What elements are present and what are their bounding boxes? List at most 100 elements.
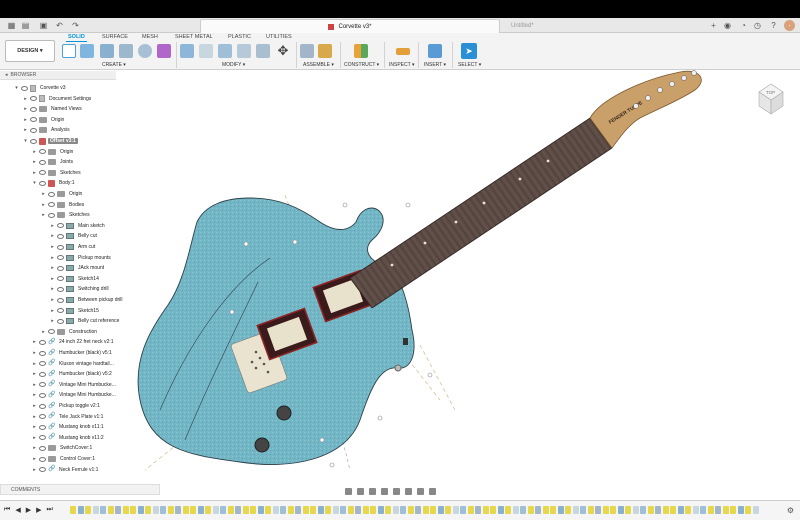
timeline-feature-icon[interactable] (220, 506, 226, 514)
expand-arrow-icon[interactable]: ▸ (41, 202, 46, 208)
expand-arrow-icon[interactable]: ▸ (50, 286, 55, 292)
visibility-icon[interactable] (57, 255, 64, 261)
collapse-arrow-icon[interactable]: ◂ (5, 72, 8, 78)
control-knob-1[interactable] (276, 405, 292, 421)
timeline-feature-icon[interactable] (557, 506, 564, 514)
browser-item[interactable]: ▸ Construction (41, 327, 99, 337)
timeline-feature-icon[interactable] (617, 506, 624, 514)
expand-arrow-icon[interactable]: ▾ (32, 180, 37, 186)
revolve-icon[interactable] (119, 44, 133, 58)
timeline-settings-icon[interactable]: ⚙ (787, 506, 794, 515)
expand-arrow-icon[interactable]: ▸ (32, 456, 37, 462)
browser-item[interactable]: ▾ Offset v3:1 (23, 136, 78, 146)
expand-arrow-icon[interactable]: ▸ (41, 329, 46, 335)
timeline-feature-icon[interactable] (85, 506, 91, 514)
timeline-feature-icon[interactable] (137, 506, 144, 514)
expand-arrow-icon[interactable]: ▸ (50, 308, 55, 314)
visibility-icon[interactable] (48, 212, 55, 218)
group-select-label[interactable]: SELECT ▾ (458, 62, 481, 68)
timeline-feature-icon[interactable] (152, 506, 159, 514)
expand-arrow-icon[interactable]: ▾ (14, 85, 19, 91)
timeline-feature-icon[interactable] (167, 506, 174, 514)
browser-item[interactable]: ▸ Control Cover:1 (32, 454, 97, 464)
timeline-feature-icon[interactable] (257, 506, 264, 514)
timeline-end-icon[interactable]: ⏭ (46, 506, 52, 514)
visibility-icon[interactable] (39, 392, 46, 398)
browser-item[interactable]: ▸ Sketches (32, 168, 83, 178)
browser-item[interactable]: ▸ 🔗 Neck Ferrule v1:1 (32, 465, 100, 475)
help-icon[interactable]: ? (768, 20, 779, 31)
timeline-feature-icon[interactable] (467, 506, 474, 514)
timeline-feature-icon[interactable] (460, 506, 466, 514)
browser-item[interactable]: ▸ Belly cut (50, 231, 99, 241)
visibility-icon[interactable] (39, 414, 46, 420)
expand-arrow-icon[interactable]: ▸ (23, 117, 28, 123)
browser-item[interactable]: ▸ 🔗 Humbucker (black) v5:1 (32, 348, 114, 358)
timeline-feature-icon[interactable] (392, 506, 399, 514)
visibility-icon[interactable] (39, 149, 46, 155)
move-icon[interactable]: ✥ (276, 44, 290, 58)
app-grid-icon[interactable]: ▦ (6, 20, 17, 31)
visibility-icon[interactable] (39, 371, 46, 377)
timeline-feature-icon[interactable] (587, 506, 594, 514)
visibility-icon[interactable] (39, 159, 46, 165)
comments-panel[interactable]: COMMENTS (0, 484, 160, 495)
insert-image-icon[interactable] (428, 44, 442, 58)
expand-arrow-icon[interactable]: ▸ (50, 244, 55, 250)
timeline-feature-icon[interactable] (662, 506, 669, 514)
browser-item[interactable]: ▸ 🔗 Vintage Mini Humbucke... (32, 380, 118, 390)
expand-arrow-icon[interactable]: ▸ (23, 127, 28, 133)
browser-item[interactable]: ▸ Bodies (41, 200, 86, 210)
timeline-feature-icon[interactable] (122, 506, 129, 514)
press-pull-icon[interactable] (180, 44, 194, 58)
timeline-feature-icon[interactable] (295, 506, 301, 514)
timeline-feature-icon[interactable] (542, 506, 549, 514)
timeline-feature-icon[interactable] (655, 506, 661, 514)
control-knob-2[interactable] (254, 437, 270, 453)
expand-arrow-icon[interactable]: ▸ (50, 255, 55, 261)
visibility-icon[interactable] (39, 339, 46, 345)
tab-surface[interactable]: SURFACE (102, 34, 128, 40)
timeline-feature-icon[interactable] (145, 506, 151, 514)
file-icon[interactable]: ▤ (20, 20, 31, 31)
tab-sheet-metal[interactable]: SHEET METAL (175, 34, 213, 40)
visibility-icon[interactable] (39, 445, 46, 451)
timeline-feature-icon[interactable] (362, 506, 369, 514)
timeline-play-icon[interactable]: ▶ (26, 506, 31, 514)
visibility-icon[interactable] (39, 403, 46, 409)
browser-item[interactable]: ▸ Sketch14 (50, 274, 101, 284)
expand-arrow-icon[interactable]: ▸ (50, 223, 55, 229)
timeline-feature-icon[interactable] (182, 506, 189, 514)
visibility-icon[interactable] (57, 265, 64, 271)
visibility-icon[interactable] (57, 286, 64, 292)
tab-utilities[interactable]: UTILITIES (266, 34, 292, 40)
tab-mesh[interactable]: MESH (142, 34, 158, 40)
timeline-feature-icon[interactable] (70, 506, 76, 514)
timeline-feature-icon[interactable] (730, 506, 736, 514)
visibility-icon[interactable] (48, 202, 55, 208)
timeline-feature-icon[interactable] (752, 506, 759, 514)
timeline-feature-icon[interactable] (527, 506, 534, 514)
fillet-icon[interactable] (199, 44, 213, 58)
timeline-feature-icon[interactable] (580, 506, 586, 514)
visibility-icon[interactable] (39, 350, 46, 356)
timeline-feature-icon[interactable] (722, 506, 729, 514)
timeline-start-icon[interactable]: ⏮ (4, 506, 10, 514)
undo-icon[interactable]: ↶ (54, 20, 65, 31)
timeline-feature-icon[interactable] (445, 506, 451, 514)
offset-plane-icon[interactable] (354, 44, 368, 58)
timeline-feature-icon[interactable] (205, 506, 211, 514)
sphere-icon[interactable] (138, 44, 152, 58)
visibility-icon[interactable] (57, 276, 64, 282)
timeline-feature-icon[interactable] (572, 506, 579, 514)
timeline-feature-icon[interactable] (512, 506, 519, 514)
pan-icon[interactable] (369, 487, 376, 495)
timeline-feature-icon[interactable] (272, 506, 279, 514)
browser-item[interactable]: ▾ Body:1 (32, 178, 77, 188)
timeline-feature-icon[interactable] (355, 506, 361, 514)
redo-icon[interactable]: ↷ (70, 20, 81, 31)
timeline-feature-icon[interactable] (647, 506, 654, 514)
visibility-icon[interactable] (57, 308, 64, 314)
timeline-feature-icon[interactable] (92, 506, 99, 514)
visibility-icon[interactable] (48, 191, 55, 197)
